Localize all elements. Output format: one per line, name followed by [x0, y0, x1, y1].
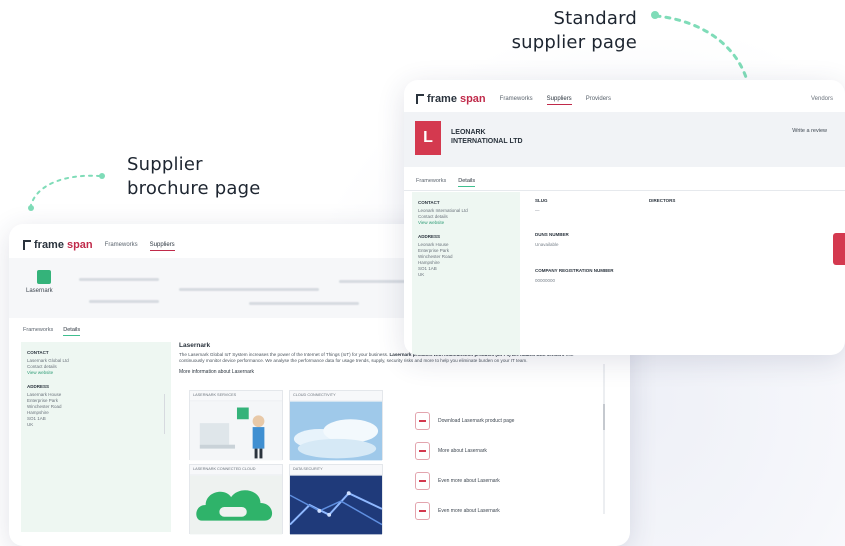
- logo-text-suffix: span: [459, 93, 486, 105]
- address-heading: ADDRESS: [27, 384, 50, 389]
- standard-connector-dot-start: [651, 11, 659, 19]
- document-icon: [415, 502, 430, 520]
- brochure-tabs: Frameworks Details: [23, 325, 81, 336]
- company-name-line2: INTERNATIONAL LTD: [451, 138, 523, 145]
- standard-nav-providers[interactable]: Providers: [586, 94, 611, 104]
- supplier-logo-icon: L: [415, 121, 441, 155]
- logo-text: frame: [34, 239, 64, 251]
- field-company-registration-number: COMPANY REGISTRATION NUMBER 00000000: [535, 268, 614, 283]
- field-value: 00000000: [535, 278, 556, 283]
- description-lead: The Lasernark Global IoT System increase…: [179, 352, 389, 357]
- resource-label: Even more about Lasernark: [438, 478, 500, 484]
- document-icon: [415, 442, 430, 460]
- logo-text: frame: [427, 93, 457, 105]
- standard-contact-sidebar: CONTACT Leonark International Ltd Contac…: [412, 192, 520, 355]
- brochure-connector-dot-end: [28, 205, 34, 211]
- brochure-contact-sidebar: CONTACT Lasernark Global Ltd Contact det…: [21, 342, 171, 532]
- contact-heading: CONTACT: [418, 200, 440, 205]
- resource-label: Even more about Lasernark: [438, 508, 500, 514]
- more-info-heading: More information about Lasernark: [179, 368, 255, 375]
- address-line: UK: [27, 422, 34, 427]
- tab-details[interactable]: Details: [63, 325, 81, 336]
- standard-supplier-page-card: frame span Frameworks Suppliers Providers…: [404, 80, 845, 355]
- blue-network-image: [290, 475, 382, 535]
- field-key: SLUG: [535, 198, 548, 203]
- brochure-connector-arc: [30, 174, 101, 206]
- tab-frameworks[interactable]: Frameworks: [416, 176, 446, 187]
- write-review-button[interactable]: Write a review: [792, 128, 827, 134]
- brochure-main-content: Lasernark The Lasernark Global IoT Syste…: [179, 342, 609, 542]
- field-duns-number: DUNS NUMBER Unavailable: [535, 232, 569, 247]
- resource-more-about[interactable]: More about Lasernark: [415, 442, 487, 460]
- resource-label: Download Lasernark product page: [438, 418, 515, 424]
- cloud-sky-image: [290, 401, 382, 461]
- field-value: Unavailable: [535, 242, 559, 247]
- website-link[interactable]: View website: [418, 220, 514, 226]
- brochure-framespan-logo[interactable]: frame span: [23, 239, 93, 251]
- supplier-logo-icon: [37, 270, 51, 284]
- brochure-nav-suppliers[interactable]: Suppliers: [149, 240, 175, 251]
- standard-framespan-logo[interactable]: frame span: [416, 93, 486, 105]
- tile-caption: LASERNARK SERVICES: [190, 391, 282, 400]
- tab-details[interactable]: Details: [458, 176, 476, 187]
- green-cloud-image: [190, 475, 282, 535]
- address-heading: ADDRESS: [418, 234, 441, 239]
- resource-download-product-page[interactable]: Download Lasernark product page: [415, 412, 514, 430]
- address-line: UK: [418, 272, 425, 277]
- standard-nav-frameworks[interactable]: Frameworks: [500, 94, 533, 104]
- resource-even-more-2[interactable]: Even more about Lasernark: [415, 502, 500, 520]
- logo-text-suffix: span: [66, 239, 93, 251]
- media-tile-cloud[interactable]: CLOUD CONNECTIVITY: [289, 390, 383, 461]
- supplier-brand-name: Lasernark: [26, 288, 53, 294]
- media-tile-connected-cloud[interactable]: LASERNARK CONNECTED CLOUD: [189, 464, 283, 535]
- brochure-connector-dot-start: [99, 173, 105, 179]
- field-slug: SLUG —: [535, 198, 548, 213]
- main-scrollbar-thumb[interactable]: [603, 404, 605, 430]
- standard-nav-suppliers[interactable]: Suppliers: [546, 94, 572, 105]
- resource-label: More about Lasernark: [438, 448, 487, 454]
- standard-tabs: Frameworks Details: [416, 176, 476, 187]
- brochure-nav-frameworks[interactable]: Frameworks: [105, 240, 138, 250]
- standard-top-bar: frame span Frameworks Suppliers Providers…: [416, 90, 833, 108]
- blurred-header-line: [249, 302, 359, 305]
- tile-caption: DATA SECURITY: [290, 465, 382, 474]
- standard-connector-arc: [654, 14, 751, 90]
- media-tile-services[interactable]: LASERNARK SERVICES: [189, 390, 283, 461]
- feedback-side-tab[interactable]: [833, 233, 845, 265]
- document-icon: [415, 472, 430, 490]
- media-tile-security[interactable]: DATA SECURITY: [289, 464, 383, 535]
- field-key: DUNS NUMBER: [535, 232, 569, 237]
- field-key: DIRECTORS: [649, 198, 676, 203]
- field-key: COMPANY REGISTRATION NUMBER: [535, 268, 614, 273]
- field-value: —: [535, 208, 540, 213]
- account-menu[interactable]: Vendors: [811, 96, 833, 102]
- document-icon: [415, 412, 430, 430]
- supplier-company-name: LEONARK INTERNATIONAL LTD: [451, 128, 523, 146]
- resource-even-more-1[interactable]: Even more about Lasernark: [415, 472, 500, 490]
- tabs-divider: [404, 190, 845, 191]
- field-directors: DIRECTORS: [649, 198, 675, 203]
- framespan-logo-icon: [23, 240, 31, 250]
- framespan-logo-icon: [416, 94, 424, 104]
- blurred-header-line: [89, 300, 159, 303]
- standard-header-banner: L LEONARK INTERNATIONAL LTD Write a revi…: [404, 112, 845, 167]
- blurred-header-line: [79, 278, 159, 281]
- blurred-header-line: [179, 288, 319, 291]
- company-name-line1: LEONARK: [451, 129, 486, 136]
- tile-caption: CLOUD CONNECTIVITY: [290, 391, 382, 400]
- contact-heading: CONTACT: [27, 350, 49, 355]
- tab-frameworks[interactable]: Frameworks: [23, 325, 53, 336]
- tile-caption: LASERNARK CONNECTED CLOUD: [190, 465, 282, 474]
- sidebar-scrollbar[interactable]: [164, 394, 165, 434]
- website-link[interactable]: View website: [27, 370, 165, 376]
- main-scrollbar-track[interactable]: [603, 364, 605, 514]
- services-illustration: [190, 401, 282, 461]
